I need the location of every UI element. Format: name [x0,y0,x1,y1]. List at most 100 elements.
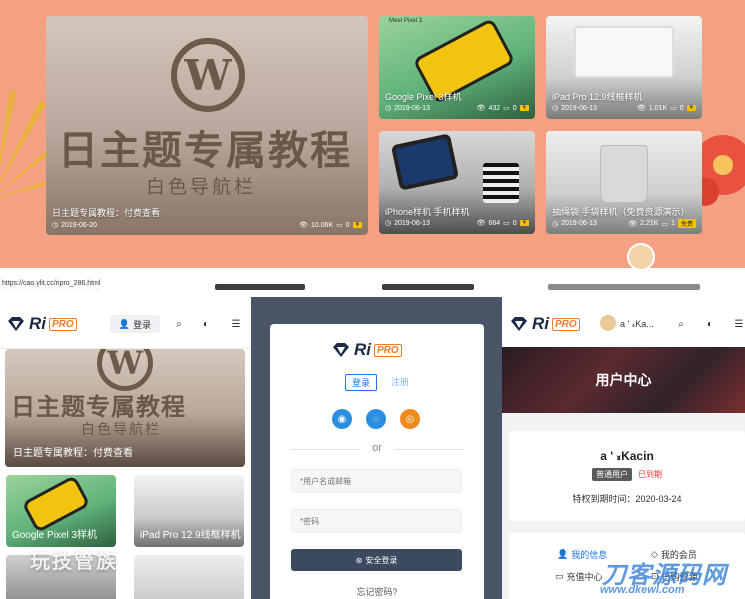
top-banner: W 日主题专属教程 白色导航栏 日主题专属教程：付费查看 ◷ 2019-06-2… [0,0,745,268]
qq-login-icon[interactable]: ◉ [332,409,352,429]
post-views: 664 [488,219,501,227]
post-title[interactable]: iPad Pro 12.9线框样机 [140,526,241,541]
hero-subtitle: 白色导航栏 [81,421,161,437]
search-icon[interactable]: ⌕ [172,317,186,331]
post-views: 1.01K [648,104,668,112]
user-icon: 👤 [557,549,569,559]
comment-icon: ▭ [503,220,510,227]
free-badge: 免费 [677,219,696,228]
eye-icon: 👁 [636,105,646,112]
post-title[interactable]: 抽绳袋 手袋样机（免费资源演示） [552,205,690,218]
user-icon: 👤 [118,318,131,329]
tab-login[interactable]: 登录 [344,374,377,391]
comment-icon: ▭ [661,220,669,228]
clock-icon: ◷ [552,105,559,112]
auth-tabs: 登录 注册 [270,374,484,391]
site-logo[interactable]: Ri PRO [509,314,580,334]
wechat-login-icon[interactable]: ◌ [366,409,386,429]
clock-icon: ◷ [385,220,392,227]
menu-item-my-info[interactable]: 👤 我的信息 [557,548,607,561]
logo-ri: Ri [354,340,371,359]
bag-image [600,145,648,203]
comment-icon: ▭ [336,222,343,229]
featured-post-card[interactable]: W 日主题专属教程 白色导航栏 日主题专属教程：付费查看 [5,349,245,467]
theme-toggle-icon[interactable]: ◐ [199,317,213,331]
menu-item-recharge[interactable]: ▭ 充值中心 [555,570,603,583]
site-logo: Ri PRO [331,340,402,360]
mobile-home-screen: Ri PRO 👤 登录 ⌕ ◐ ☰ W 日主题专属教程 白色导航栏 日主题专属教… [0,297,251,599]
post-date: 2019-06-20 [61,221,97,229]
post-meta: ◷ 2019-06-20 👁 10.06K ▭ 0 ¥ [52,221,362,229]
post-title[interactable]: Google Pixel 3样机 [385,90,462,103]
user-center-banner: 用户中心 [502,347,745,413]
post-views: 2.21K [640,220,659,227]
post-date: 2019-06-13 [561,220,597,227]
post-title[interactable]: 日主题专属教程：付费查看 [13,444,133,459]
iphone-image [390,133,460,191]
hero-subtitle: 白色导航栏 [146,177,257,198]
post-title[interactable]: Google Pixel 3样机 [12,526,97,541]
eye-icon: 👁 [476,105,486,112]
username-input[interactable] [291,469,462,493]
login-button[interactable]: 👤 登录 [110,315,160,333]
site-logo[interactable]: Ri PRO [6,314,77,334]
mobile-header: Ri PRO a ' ៵Ka... ⌕ ◐ ☰ [502,297,745,347]
card-icon: ▭ [555,571,564,581]
clock-icon: ◷ [52,222,59,229]
price-badge: ¥ [686,105,696,111]
logo-pro: PRO [552,317,580,331]
post-card[interactable]: iPhone样机 手机样机 ◷ 2019-06-13 👁 664 ▭ 0 ¥ [379,131,535,234]
post-card[interactable]: Google Pixel 3样机 [6,475,116,547]
post-views: 432 [488,104,501,112]
post-meta: ◷ 2019-06-13 👁 2.21K ▭ 1 免费 [552,219,696,228]
user-center-screen: Ri PRO a ' ៵Ka... ⌕ ◐ ☰ 用户中心 a ' ៵Kacin … [502,297,745,599]
secure-login-label: 安全登录 [365,555,398,565]
floating-avatar[interactable] [627,243,655,271]
menu-icon[interactable]: ☰ [732,317,745,331]
post-title[interactable]: iPad Pro 12.9线框样机 [552,90,643,103]
thumbnail-strip [548,284,700,290]
post-card[interactable]: 抽绳袋 手袋样机（免费资源演示） ◷ 2019-06-13 👁 2.21K ▭ … [546,131,702,234]
user-badges: 普通用户 已到期 [509,468,745,481]
post-title[interactable]: 日主题专属教程：付费查看 [52,206,160,219]
mobile-header: Ri PRO 👤 登录 ⌕ ◐ ☰ [0,297,251,349]
comment-icon: ▭ [670,105,677,112]
logo-pro: PRO [49,317,77,331]
phone-image [21,475,91,534]
card-tag: Meet Pixel 3. [389,18,424,24]
gem-logo-icon [8,317,24,331]
post-date: 2019-06-13 [394,104,430,112]
user-profile-card: a ' ៵Kacin 普通用户 已到期 特权到期时间：2020-03-24 [509,431,745,521]
forgot-password-link[interactable]: 忘记密码? [270,585,484,598]
post-date: 2019-06-13 [561,104,597,112]
tab-register[interactable]: 注册 [391,374,409,391]
privilege-expiry: 特权到期时间：2020-03-24 [572,494,682,504]
post-title[interactable]: iPhone样机 手机样机 [385,205,470,218]
profile-username: a ' ៵Kacin [600,449,654,463]
featured-post-card[interactable]: W 日主题专属教程 白色导航栏 日主题专属教程：付费查看 ◷ 2019-06-2… [46,16,368,235]
post-comments: 0 [679,104,684,112]
member-badge: 普通用户 [592,468,632,481]
menu-icon[interactable]: ☰ [229,317,243,331]
expired-badge: 已到期 [638,470,662,479]
password-input[interactable] [291,509,462,533]
header-username[interactable]: a ' ៵Ka... [620,317,654,330]
gem-logo-icon [511,317,527,331]
post-card[interactable]: Meet Pixel 3. Google Pixel 3样机 ◷ 2019-06… [379,16,535,119]
price-badge: ¥ [519,220,529,226]
weibo-login-icon[interactable]: ◎ [400,409,420,429]
post-card[interactable]: iPad Pro 12.9线框样机 [134,475,244,547]
gem-logo-icon [333,343,349,357]
post-card[interactable] [134,555,244,599]
hero-title: 日主题专属教程 [11,394,186,421]
lock-icon: ⊛ [355,555,363,565]
hero-title: 日主题专属教程 [58,129,352,173]
post-comments: 1 [671,220,675,227]
post-card[interactable]: iPad Pro 12.9线框样机 ◷ 2019-06-13 👁 1.01K ▭… [546,16,702,119]
price-badge: ¥ [519,105,529,111]
theme-toggle-icon[interactable]: ◐ [703,317,717,331]
secure-login-button[interactable]: ⊛ 安全登录 [291,549,462,571]
logo-ri: Ri [29,314,46,333]
search-icon[interactable]: ⌕ [674,317,688,331]
avatar[interactable] [600,315,616,331]
